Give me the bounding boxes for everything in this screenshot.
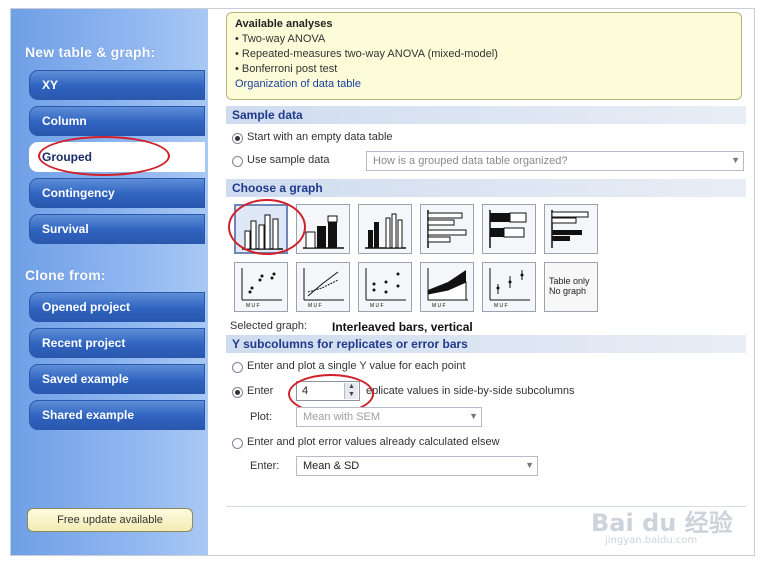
plot-dropdown[interactable]: Mean with SEM ▼ <box>296 407 482 427</box>
graph-separated-bars[interactable] <box>358 204 412 254</box>
graph-connected-points[interactable]: M U F <box>296 262 350 312</box>
clone-from-heading: Clone from: <box>25 267 106 283</box>
graph-area[interactable]: M U F <box>420 262 474 312</box>
svg-text:M U F: M U F <box>308 303 322 308</box>
baidu-watermark: Bai du 经验 <box>591 509 733 537</box>
sidebar-item-xy[interactable]: XY <box>29 70 205 100</box>
chevron-down-icon: ▼ <box>525 460 534 470</box>
horizontal-bars-icon <box>427 210 467 248</box>
plot-label: Plot: <box>250 411 273 423</box>
sidebar-item-saved-example[interactable]: Saved example <box>29 364 205 394</box>
analyses-title: Available analyses <box>235 18 333 30</box>
subcolumns-heading: Y subcolumns for replicates or error bar… <box>226 335 746 353</box>
organization-link[interactable]: Organization of data table <box>235 77 733 92</box>
sample-data-radio[interactable] <box>232 156 243 167</box>
scatter-columns-icon: M U F <box>241 268 282 308</box>
error-values-radio[interactable] <box>232 438 243 449</box>
sidebar-item-shared-example[interactable]: Shared example <box>29 400 205 430</box>
svg-text:M U F: M U F <box>494 303 508 308</box>
sidebar-item-survival[interactable]: Survival <box>29 214 205 244</box>
enter-label: Enter: <box>250 460 280 472</box>
horizontal-stacked-bars-icon <box>489 210 527 248</box>
error-values-label: Enter and plot error values already calc… <box>247 436 500 448</box>
sample-data-heading: Sample data <box>226 106 746 124</box>
enter-value: Mean & SD <box>303 460 360 472</box>
separated-bars-icon <box>365 213 406 249</box>
replicate-radio[interactable] <box>232 387 243 398</box>
choose-graph-heading: Choose a graph <box>226 179 746 197</box>
svg-text:M U F: M U F <box>246 303 260 308</box>
grouped-bars-icon <box>303 215 344 249</box>
analysis-item: • Repeated-measures two-way ANOVA (mixed… <box>235 48 498 60</box>
chevron-down-icon: ▼ <box>731 155 740 165</box>
sidebar-item-column[interactable]: Column <box>29 106 205 136</box>
graph-horizontal-grouped-bars[interactable] <box>544 204 598 254</box>
graph-scatter-error[interactable]: M U F <box>482 262 536 312</box>
enter-dropdown[interactable]: Mean & SD ▼ <box>296 456 538 476</box>
analysis-item: • Bonferroni post test <box>235 63 338 75</box>
free-update-button[interactable]: Free update available <box>27 508 193 532</box>
graph-horizontal-bars[interactable] <box>420 204 474 254</box>
plot-value: Mean with SEM <box>303 411 381 423</box>
app-window: New table & graph: XY Column Grouped Con… <box>10 8 755 556</box>
new-table-heading: New table & graph: <box>25 44 156 60</box>
graph-dot-plot[interactable]: M U F <box>358 262 412 312</box>
area-chart-icon: M U F <box>427 268 468 308</box>
selected-graph-label: Selected graph: <box>230 320 308 332</box>
sidebar: New table & graph: XY Column Grouped Con… <box>11 9 208 555</box>
single-y-radio[interactable] <box>232 362 243 373</box>
chevron-down-icon: ▼ <box>469 411 478 421</box>
sidebar-item-opened-project[interactable]: Opened project <box>29 292 205 322</box>
empty-table-radio[interactable] <box>232 133 243 144</box>
empty-table-label: Start with an empty data table <box>247 131 393 143</box>
table-only-label: Table only No graph <box>549 276 590 296</box>
annotation-circle-graph <box>228 199 306 255</box>
svg-text:M U F: M U F <box>432 303 446 308</box>
main-panel: Available analyses • Two-way ANOVA • Rep… <box>216 9 754 555</box>
graph-table-only[interactable]: Table only No graph <box>544 262 598 312</box>
dot-plot-icon: M U F <box>365 268 406 308</box>
single-y-label: Enter and plot a single Y value for each… <box>247 360 466 372</box>
horizontal-grouped-bars-icon <box>551 210 589 248</box>
scatter-error-icon: M U F <box>489 268 530 308</box>
sample-data-placeholder: How is a grouped data table organized? <box>373 155 568 167</box>
baidu-watermark-url: jingyan.baidu.com <box>605 535 698 546</box>
sidebar-item-contingency[interactable]: Contingency <box>29 178 205 208</box>
connected-points-icon: M U F <box>303 268 344 308</box>
sample-data-dropdown[interactable]: How is a grouped data table organized? ▼ <box>366 151 744 171</box>
analysis-item: • Two-way ANOVA <box>235 33 326 45</box>
selected-graph-value: Interleaved bars, vertical <box>332 320 473 334</box>
graph-scatter-columns[interactable]: M U F <box>234 262 288 312</box>
sample-data-label: Use sample data <box>247 154 330 166</box>
graph-horizontal-stacked-bars[interactable] <box>482 204 536 254</box>
svg-text:M U F: M U F <box>370 303 384 308</box>
available-analyses-box: Available analyses • Two-way ANOVA • Rep… <box>226 12 742 100</box>
replicate-suffix-label: eplicate values in side-by-side subcolum… <box>366 385 575 397</box>
sidebar-item-recent-project[interactable]: Recent project <box>29 328 205 358</box>
annotation-circle-grouped <box>38 136 170 176</box>
replicate-enter-label: Enter <box>247 385 274 397</box>
